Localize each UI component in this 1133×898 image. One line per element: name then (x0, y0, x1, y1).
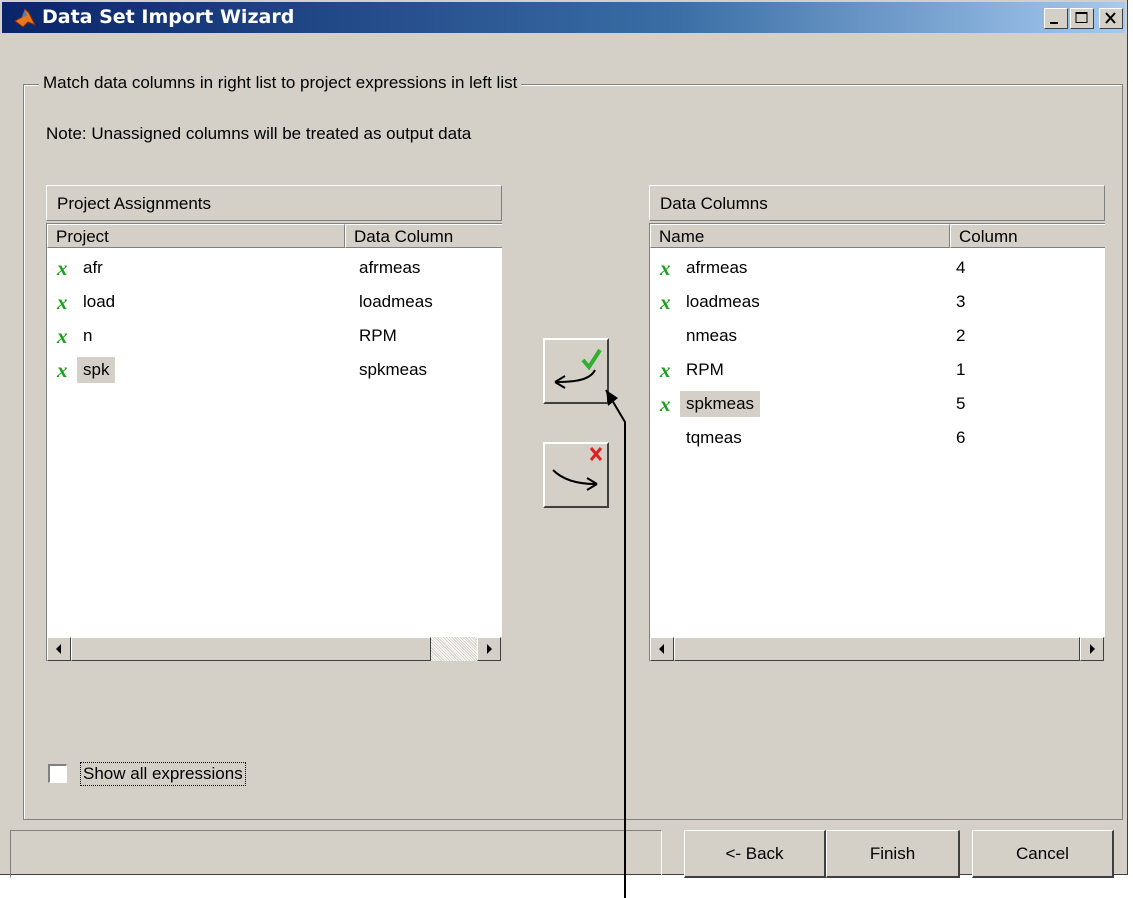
groupbox-label: Match data columns in right list to proj… (39, 73, 522, 93)
close-button[interactable] (1099, 8, 1123, 29)
close-icon (1105, 12, 1116, 24)
matlab-logo-icon (14, 8, 36, 28)
list-row[interactable]: nmeas 2 (650, 320, 1105, 354)
project-name: load (83, 292, 116, 311)
finish-button[interactable]: Finish (826, 830, 960, 878)
assigned-x-icon: x (57, 290, 68, 314)
show-all-expressions-checkbox[interactable] (48, 764, 67, 783)
scroll-right-button[interactable] (1080, 637, 1104, 661)
cancel-button[interactable]: Cancel (972, 830, 1114, 878)
horizontal-scrollbar[interactable] (650, 637, 1105, 661)
column-number: 2 (956, 326, 966, 345)
wizard-window: Data Set Import Wizard Match data column… (0, 0, 1128, 878)
column-name: afrmeas (686, 258, 748, 277)
data-column-value: spkmeas (359, 360, 428, 379)
column-number: 6 (956, 428, 966, 447)
panel-title: Project Assignments (46, 185, 502, 221)
list-row[interactable]: x afr afrmeas (47, 252, 502, 286)
scroll-track[interactable] (431, 637, 477, 661)
column-number: 5 (956, 394, 966, 413)
column-number: 3 (956, 292, 966, 311)
back-button[interactable]: <- Back (684, 830, 826, 878)
list-row-selected[interactable]: x spkmeas 5 (650, 388, 1105, 422)
scroll-thumb[interactable] (71, 637, 431, 661)
scroll-right-arrow-icon (487, 644, 492, 654)
project-assignments-panel: Project Assignments Project Data Column … (46, 185, 502, 661)
assigned-x-icon: x (660, 256, 671, 280)
list-row[interactable]: x loadmeas 3 (650, 286, 1105, 320)
project-name: spk (77, 357, 116, 383)
list-row[interactable]: x afrmeas 4 (650, 252, 1105, 286)
scroll-left-arrow-icon (56, 644, 61, 654)
scroll-left-arrow-icon (659, 644, 664, 654)
scroll-left-button[interactable] (650, 637, 674, 661)
column-name: tqmeas (686, 428, 742, 447)
list-row[interactable]: tqmeas 6 (650, 422, 1105, 456)
maximize-icon (1075, 12, 1088, 23)
assigned-x-icon: x (660, 358, 671, 382)
maximize-button[interactable] (1070, 8, 1094, 29)
project-name: n (83, 326, 93, 345)
data-column-value: afrmeas (359, 258, 421, 277)
column-header-column[interactable]: Column (950, 224, 1105, 248)
list-row[interactable]: x load loadmeas (47, 286, 502, 320)
status-bar (10, 830, 662, 878)
column-header-data-column[interactable]: Data Column (345, 224, 502, 248)
scroll-right-arrow-icon (1090, 644, 1095, 654)
project-name: afr (83, 258, 103, 277)
project-assignments-list[interactable]: Project Data Column x afr afrmeas x load… (46, 223, 502, 661)
scroll-right-button[interactable] (477, 637, 501, 661)
minimize-icon (1050, 22, 1058, 24)
callout-pointer-arrow-icon (605, 389, 626, 898)
scroll-left-button[interactable] (47, 637, 71, 661)
list-row-selected[interactable]: x spk spkmeas (47, 354, 502, 388)
list-row[interactable]: x n RPM (47, 320, 502, 354)
assigned-x-icon: x (660, 290, 671, 314)
column-number: 1 (956, 360, 966, 379)
panel-title: Data Columns (649, 185, 1105, 221)
column-number: 4 (956, 258, 966, 277)
title-bar[interactable]: Data Set Import Wizard (2, 2, 1125, 33)
data-column-value: RPM (359, 326, 397, 345)
data-columns-list[interactable]: Name Column x afrmeas 4 x loadmeas 3 nme… (649, 223, 1105, 661)
scroll-thumb[interactable] (674, 637, 1080, 661)
assigned-x-icon: x (57, 324, 68, 348)
show-all-expressions-label[interactable]: Show all expressions (80, 762, 246, 786)
column-name: loadmeas (686, 292, 760, 311)
data-columns-panel: Data Columns Name Column x afrmeas 4 x l… (649, 185, 1105, 661)
assigned-x-icon: x (660, 392, 671, 416)
horizontal-scrollbar[interactable] (47, 637, 502, 661)
column-header-name[interactable]: Name (650, 224, 950, 248)
note-text: Note: Unassigned columns will be treated… (46, 124, 472, 143)
window-title: Data Set Import Wizard (42, 6, 295, 28)
data-column-value: loadmeas (359, 292, 433, 311)
minimize-button[interactable] (1044, 8, 1068, 29)
assigned-x-icon: x (57, 256, 68, 280)
assign-arrow-check-icon (554, 348, 602, 389)
column-header-project[interactable]: Project (47, 224, 345, 248)
column-name: nmeas (686, 326, 738, 345)
assigned-x-icon: x (57, 358, 68, 382)
column-name: spkmeas (680, 391, 761, 417)
list-row[interactable]: x RPM 1 (650, 354, 1105, 388)
unassign-arrow-cross-icon (552, 447, 603, 491)
column-name: RPM (686, 360, 724, 379)
